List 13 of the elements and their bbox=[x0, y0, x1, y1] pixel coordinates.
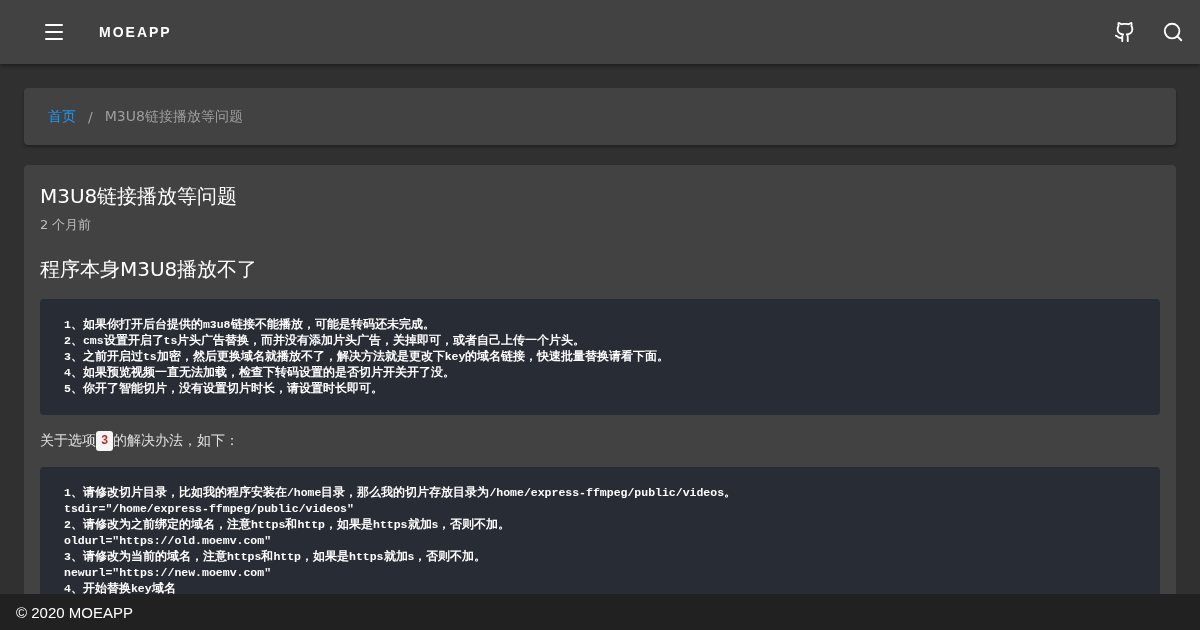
inline-code: 3 bbox=[96, 431, 114, 451]
post-time: 2 个月前 bbox=[40, 216, 93, 234]
code-block: 1、如果你打开后台提供的m3u8链接不能播放，可能是转码还未完成。 2、cms设置开启了ts片头广告替换，而并没有添加片头广告，关掉即可，或者自己上传一个片头。 3、之前开启过ts加密，然后更换域名就播放不了，解决方法就是更改下key的域名链接，快速批量替换请看下面。 4、如果预览视频一直无法加载，检查下转码设置的是否切片开关开了没。 5、你开了智能切片，没有设置切片时长，请设置时长即可。 bbox=[40, 299, 1160, 415]
app-title: MOEAPP bbox=[99, 24, 173, 40]
section-heading: 程序本身M3U8播放不了 bbox=[40, 256, 259, 283]
paragraph-text: 关于选项 bbox=[40, 432, 96, 450]
search-button[interactable] bbox=[1162, 21, 1184, 43]
breadcrumb-separator: / bbox=[88, 108, 93, 125]
paragraph-text: 的解决办法，如下： bbox=[113, 432, 240, 450]
breadcrumb-link[interactable]: 首页 bbox=[48, 107, 76, 126]
github-button[interactable] bbox=[1114, 21, 1136, 43]
current-page-text: M3U8链接播放等问题 bbox=[104, 107, 243, 126]
post-title: M3U8链接播放等问题 bbox=[40, 183, 239, 210]
